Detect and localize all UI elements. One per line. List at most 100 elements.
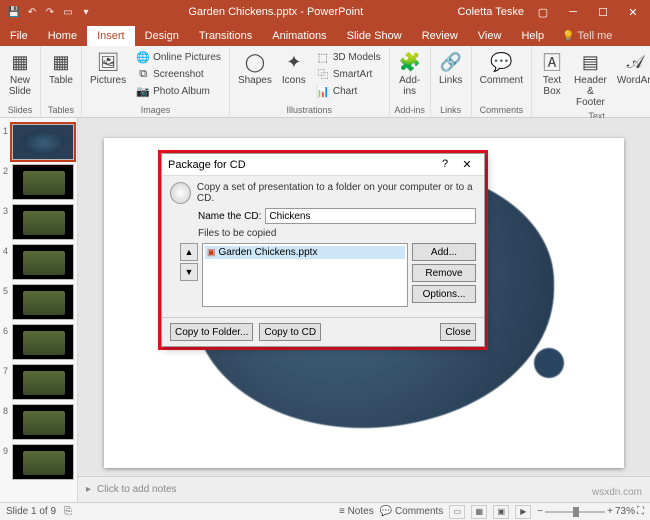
normal-view-icon[interactable]: ▭ bbox=[449, 505, 465, 519]
icons-button[interactable]: ✦Icons bbox=[278, 48, 310, 100]
options-button[interactable]: Options... bbox=[412, 285, 476, 303]
textbox-button[interactable]: 🄰Text Box bbox=[536, 48, 568, 110]
minimize-icon[interactable]: ─ bbox=[558, 6, 588, 19]
status-comments[interactable]: 💬 Comments bbox=[380, 506, 444, 517]
tab-review[interactable]: Review bbox=[412, 26, 468, 46]
smartart-label: SmartArt bbox=[333, 69, 372, 80]
new-slide-label: New Slide bbox=[9, 75, 31, 97]
user-account[interactable]: Coletta Teske bbox=[458, 6, 524, 18]
reading-view-icon[interactable]: ▣ bbox=[493, 505, 509, 519]
group-images-label: Images bbox=[141, 104, 171, 115]
group-text: 🄰Text Box ▤Header & Footer 𝒜WordArt Text bbox=[532, 46, 650, 117]
links-button[interactable]: 🔗Links bbox=[435, 48, 467, 88]
notes-pane[interactable]: ▸ Click to add notes bbox=[78, 476, 650, 502]
tell-me[interactable]: 💡Tell me bbox=[558, 26, 616, 46]
group-illustrations: ◯Shapes ✦Icons ⬚3D Models ⿻SmartArt 📊Cha… bbox=[230, 46, 390, 117]
name-cd-input[interactable] bbox=[265, 208, 476, 224]
status-notes[interactable]: ≡ Notes bbox=[339, 506, 374, 517]
thumbnail-4[interactable]: 4 bbox=[4, 244, 73, 280]
tab-design[interactable]: Design bbox=[135, 26, 189, 46]
fit-to-window-icon[interactable]: ⛶ bbox=[637, 506, 644, 517]
thumbnail-9[interactable]: 9 bbox=[4, 444, 73, 480]
thumbnail-7[interactable]: 7 bbox=[4, 364, 73, 400]
maximize-icon[interactable]: ☐ bbox=[588, 6, 618, 19]
thumbnail-5[interactable]: 5 bbox=[4, 284, 73, 320]
move-up-button[interactable]: ▲ bbox=[180, 243, 198, 261]
zoom-in-icon[interactable]: + bbox=[607, 506, 613, 517]
zoom-slider[interactable] bbox=[545, 511, 605, 513]
slideshow-view-icon[interactable]: ▶ bbox=[515, 505, 531, 519]
group-slides-label: Slides bbox=[8, 104, 33, 115]
thumbnail-2[interactable]: 2 bbox=[4, 164, 73, 200]
online-pictures-button[interactable]: 🌐Online Pictures bbox=[134, 49, 223, 65]
file-item[interactable]: ▣Garden Chickens.pptx bbox=[205, 246, 405, 259]
package-for-cd-dialog: Package for CD ? ✕ Copy a set of present… bbox=[161, 153, 485, 347]
online-pictures-icon: 🌐 bbox=[136, 50, 150, 64]
tab-insert[interactable]: Insert bbox=[87, 26, 135, 46]
close-icon[interactable]: ✕ bbox=[618, 6, 648, 19]
slide-thumbnails[interactable]: 1 2 3 4 5 6 7 8 9 bbox=[0, 118, 78, 502]
ribbon-options-icon[interactable]: ▢ bbox=[528, 6, 558, 19]
addins-label: Add- ins bbox=[399, 75, 420, 97]
language-indicator[interactable]: ⎘ bbox=[64, 506, 72, 517]
slide-counter: Slide 1 of 9 bbox=[6, 506, 56, 517]
tab-view[interactable]: View bbox=[468, 26, 512, 46]
dialog-description: Copy a set of presentation to a folder o… bbox=[197, 182, 476, 204]
chart-button[interactable]: 📊Chart bbox=[314, 83, 383, 99]
table-button[interactable]: ▦Table bbox=[45, 48, 77, 88]
addins-button[interactable]: 🧩Add- ins bbox=[394, 48, 426, 99]
thumbnail-8[interactable]: 8 bbox=[4, 404, 73, 440]
tab-home[interactable]: Home bbox=[38, 26, 87, 46]
thumbnail-3[interactable]: 3 bbox=[4, 204, 73, 240]
group-addins-label: Add-ins bbox=[394, 104, 425, 115]
zoom-out-icon[interactable]: − bbox=[537, 506, 543, 517]
shapes-button[interactable]: ◯Shapes bbox=[234, 48, 276, 100]
tab-transitions[interactable]: Transitions bbox=[189, 26, 262, 46]
screenshot-icon: ⧉ bbox=[136, 67, 150, 81]
tab-file[interactable]: File bbox=[0, 26, 38, 46]
dialog-help-icon[interactable]: ? bbox=[434, 158, 456, 171]
start-from-beginning-icon[interactable]: ▭ bbox=[60, 4, 76, 20]
textbox-icon: 🄰 bbox=[540, 50, 564, 74]
pictures-button[interactable]: 🖼Pictures bbox=[86, 48, 130, 100]
close-button[interactable]: Close bbox=[440, 323, 476, 341]
screenshot-label: Screenshot bbox=[153, 69, 204, 80]
qat-customize-icon[interactable]: ▾ bbox=[78, 4, 94, 20]
smartart-button[interactable]: ⿻SmartArt bbox=[314, 66, 383, 82]
comment-icon: 💬 bbox=[489, 50, 513, 74]
new-slide-button[interactable]: ▦New Slide bbox=[4, 48, 36, 99]
thumbnail-6[interactable]: 6 bbox=[4, 324, 73, 360]
copy-to-folder-button[interactable]: Copy to Folder... bbox=[170, 323, 253, 341]
tab-slideshow[interactable]: Slide Show bbox=[337, 26, 412, 46]
screenshot-button[interactable]: ⧉Screenshot bbox=[134, 66, 223, 82]
redo-icon[interactable]: ↷ bbox=[42, 4, 58, 20]
header-footer-button[interactable]: ▤Header & Footer bbox=[570, 48, 611, 110]
file-list[interactable]: ▣Garden Chickens.pptx bbox=[202, 243, 408, 307]
file-name: Garden Chickens.pptx bbox=[219, 247, 318, 258]
link-icon: 🔗 bbox=[439, 50, 463, 74]
zoom-level[interactable]: 73% bbox=[615, 506, 635, 517]
addins-icon: 🧩 bbox=[398, 50, 422, 74]
wordart-button[interactable]: 𝒜WordArt bbox=[613, 48, 650, 110]
window-title: Garden Chickens.pptx - PowerPoint bbox=[94, 6, 458, 18]
save-icon[interactable]: 💾 bbox=[6, 4, 22, 20]
remove-button[interactable]: Remove bbox=[412, 264, 476, 282]
tab-animations[interactable]: Animations bbox=[262, 26, 336, 46]
zoom-control[interactable]: − + 73% ⛶ bbox=[537, 506, 644, 517]
sorter-view-icon[interactable]: ▦ bbox=[471, 505, 487, 519]
notes-toggle-icon[interactable]: ▸ bbox=[86, 484, 91, 495]
add-button[interactable]: Add... bbox=[412, 243, 476, 261]
new-slide-icon: ▦ bbox=[8, 50, 32, 74]
dialog-close-icon[interactable]: ✕ bbox=[456, 158, 478, 171]
3d-models-button[interactable]: ⬚3D Models bbox=[314, 49, 383, 65]
group-comments-label: Comments bbox=[480, 104, 524, 115]
undo-icon[interactable]: ↶ bbox=[24, 4, 40, 20]
comment-button[interactable]: 💬Comment bbox=[476, 48, 527, 88]
photo-album-button[interactable]: 📷Photo Album bbox=[134, 83, 223, 99]
tab-help[interactable]: Help bbox=[511, 26, 554, 46]
tell-me-label: Tell me bbox=[578, 30, 613, 42]
chart-label: Chart bbox=[333, 86, 357, 97]
copy-to-cd-button[interactable]: Copy to CD bbox=[259, 323, 321, 341]
move-down-button[interactable]: ▼ bbox=[180, 263, 198, 281]
thumbnail-1[interactable]: 1 bbox=[4, 124, 73, 160]
